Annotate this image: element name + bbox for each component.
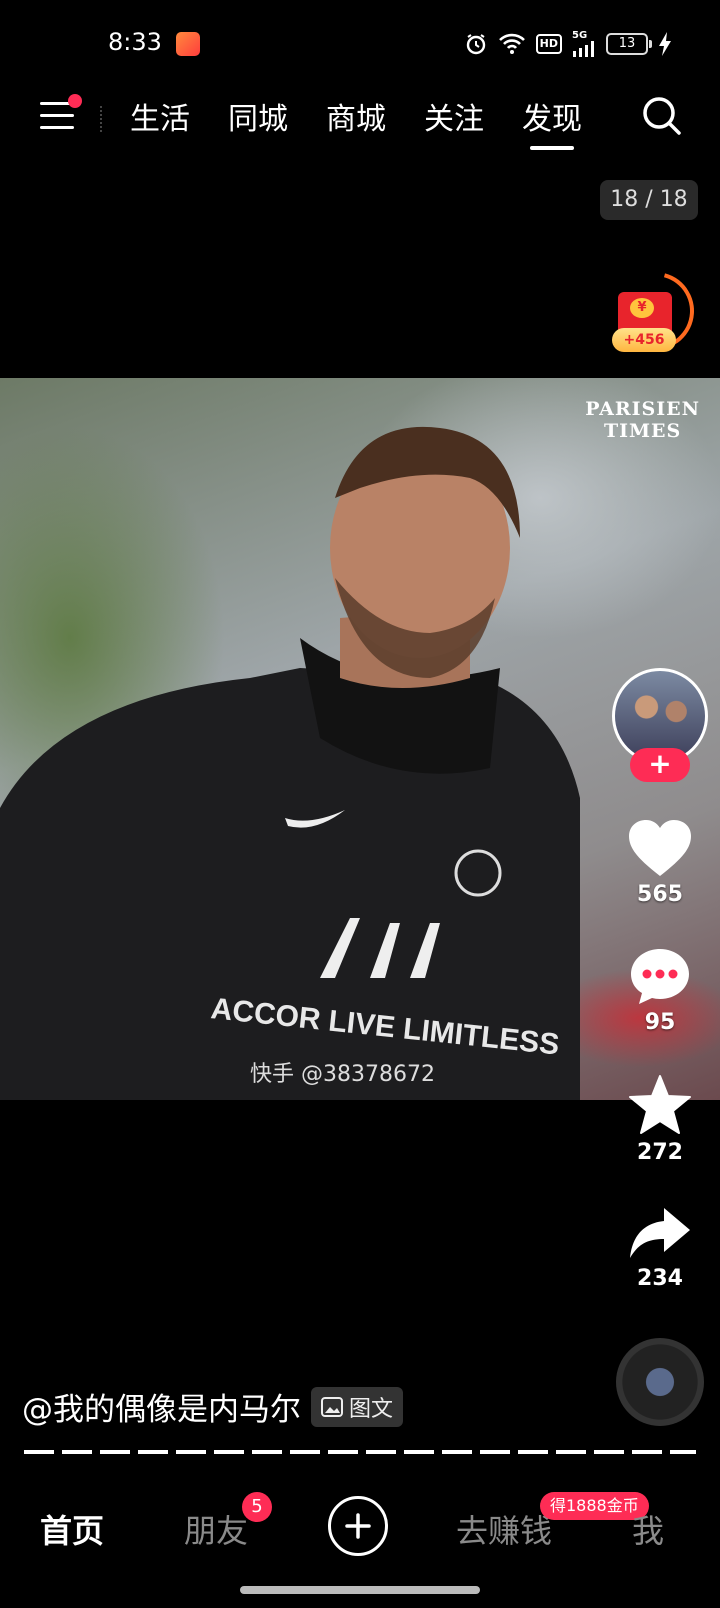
photo-counter: 18 / 18 — [600, 180, 698, 220]
red-packet-button[interactable]: ¥ +456 — [601, 257, 709, 365]
home-indicator[interactable] — [240, 1586, 480, 1594]
tab-following[interactable]: 关注 — [424, 94, 484, 150]
search-icon[interactable] — [640, 94, 684, 138]
heart-icon — [629, 820, 691, 876]
network-label: 5G — [572, 30, 588, 41]
share-button[interactable]: 234 — [615, 1206, 705, 1291]
follow-button[interactable]: + — [630, 748, 690, 782]
alarm-icon — [464, 32, 488, 56]
photo-progress-bar — [24, 1450, 696, 1454]
parisien-times-logo: PARISIEN TIMES — [585, 398, 700, 442]
tab-discover[interactable]: 发现 — [522, 94, 582, 150]
notification-dot — [68, 94, 82, 108]
star-icon — [629, 1075, 691, 1134]
favorite-count: 272 — [637, 1140, 683, 1165]
nav-me[interactable]: 我 — [632, 1506, 664, 1552]
tab-local[interactable]: 同城 — [228, 94, 288, 150]
short-video-app-icon — [176, 32, 200, 56]
friends-badge: 5 — [242, 1492, 272, 1522]
share-icon — [630, 1208, 690, 1258]
menu-button[interactable] — [40, 94, 82, 136]
image-text-badge: 图文 — [311, 1386, 404, 1427]
caption: @我的偶像是内马尔 图文 — [22, 1384, 404, 1429]
image-icon — [321, 1396, 343, 1417]
plus-icon — [345, 1513, 371, 1539]
hd-icon: HD — [535, 34, 562, 54]
nav-friends[interactable]: 朋友 — [184, 1506, 248, 1552]
charging-icon — [658, 32, 672, 56]
top-tabs: 生活 同城 商城 关注 发现 — [130, 94, 582, 150]
share-count: 234 — [637, 1266, 683, 1291]
comment-button[interactable]: 95 — [615, 946, 705, 1035]
like-count: 565 — [637, 882, 683, 907]
wifi-icon — [498, 33, 526, 55]
nav-home[interactable]: 首页 — [40, 1506, 104, 1552]
red-packet-amount: +456 — [612, 328, 676, 352]
battery-icon: 13 — [606, 33, 652, 55]
nav-divider — [100, 106, 104, 132]
nav-earn[interactable]: 去赚钱 — [456, 1506, 552, 1552]
app-watermark: 快手 @38378672 — [250, 1062, 435, 1087]
image-text-label: 图文 — [349, 1396, 394, 1422]
status-icons: HD 5G 13 — [464, 30, 672, 58]
coin-icon: ¥ — [630, 298, 654, 318]
comment-count: 95 — [644, 1010, 676, 1035]
tab-mall[interactable]: 商城 — [326, 94, 386, 150]
create-button[interactable] — [328, 1496, 388, 1556]
player-figure: ACCOR LIVE LIMITLESS — [0, 426, 580, 1100]
cellular-signal-icon: 5G — [572, 31, 596, 57]
favorite-button[interactable]: 272 — [615, 1074, 705, 1165]
status-time: 8:33 — [108, 28, 162, 56]
tab-life[interactable]: 生活 — [130, 94, 190, 150]
bottom-nav: 首页 朋友 5 去赚钱 得1888金币 我 — [0, 1492, 720, 1566]
comment-icon — [631, 949, 689, 1004]
music-disc-icon[interactable] — [616, 1338, 704, 1426]
post-photo[interactable]: ACCOR LIVE LIMITLESS — [0, 378, 720, 1100]
like-button[interactable]: 565 — [615, 818, 705, 907]
author-name[interactable]: @我的偶像是内马尔 — [22, 1384, 301, 1429]
